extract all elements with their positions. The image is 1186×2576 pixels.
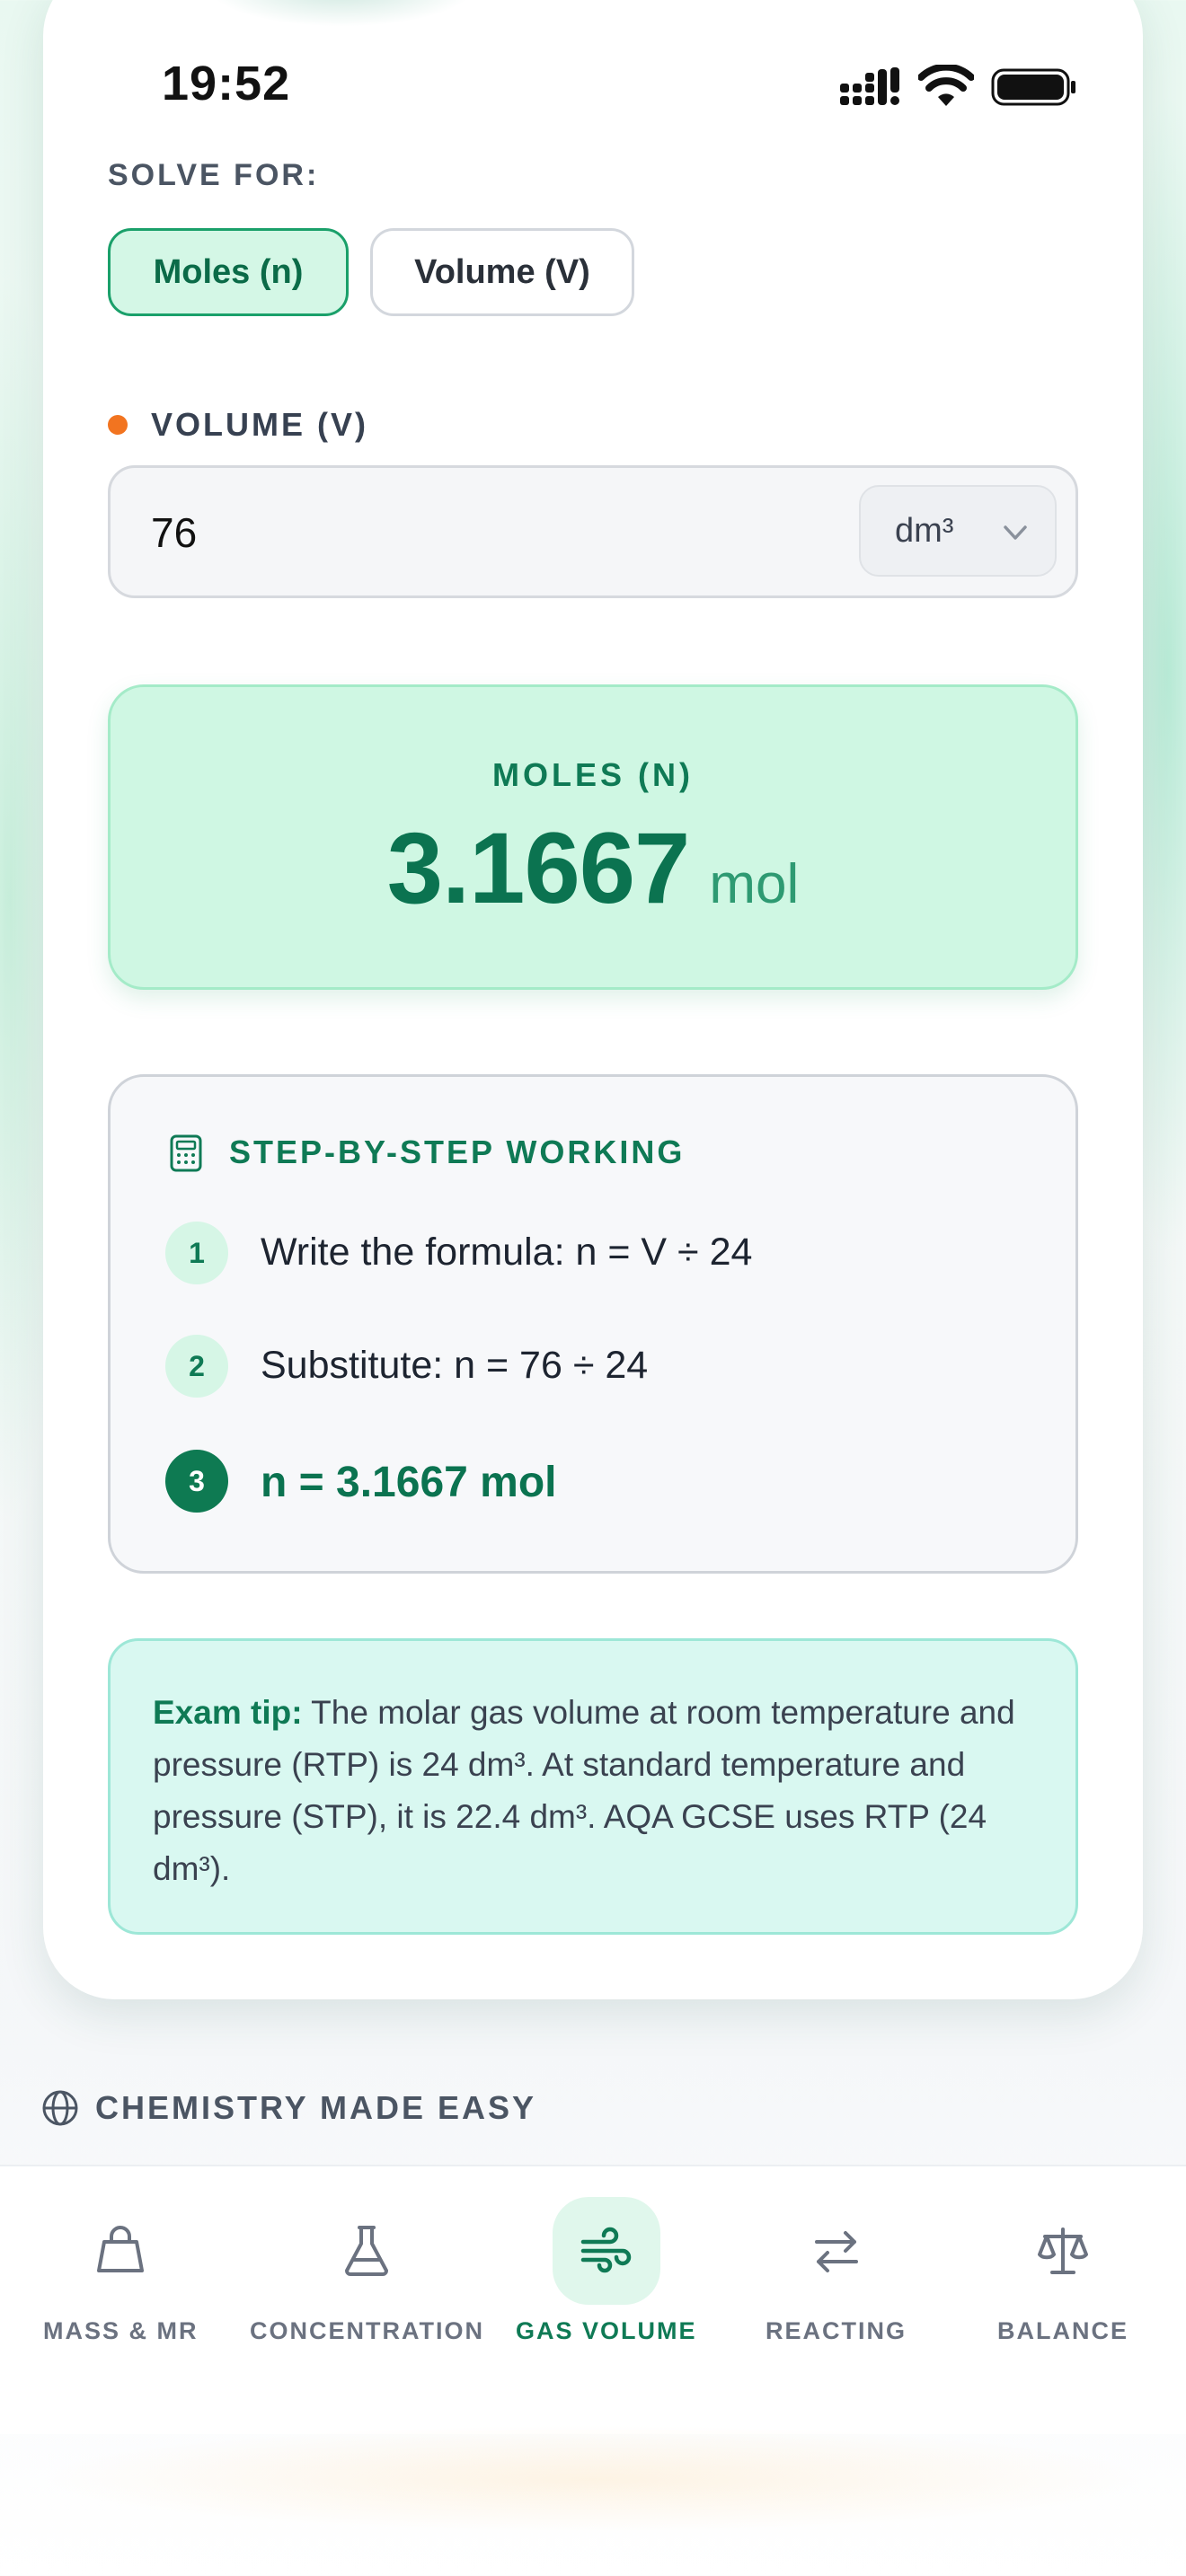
result-row: 3.1667 mol: [108, 810, 1078, 926]
tab-reacting[interactable]: REACTING: [766, 2197, 907, 2345]
tab-mass-mr-icon-wrap: [66, 2197, 174, 2305]
wifi-icon: [918, 65, 974, 106]
solve-moles-button[interactable]: Moles (n): [108, 228, 349, 316]
tab-balance-icon-wrap: [1009, 2197, 1117, 2305]
brand-text: CHEMISTRY MADE EASY: [95, 2089, 537, 2126]
result-value: 3.1667: [386, 812, 691, 924]
required-dot: [108, 415, 128, 435]
step-2-number: 2: [165, 1335, 228, 1398]
tab-gas-volume-label: GAS VOLUME: [516, 2317, 697, 2344]
tab-mass-mr[interactable]: MASS & MR: [43, 2197, 199, 2345]
volume-input-value[interactable]: 76: [151, 508, 197, 557]
tab-gas-volume-icon-wrap: [552, 2197, 660, 2305]
tab-gas-volume[interactable]: GAS VOLUME: [516, 2197, 697, 2345]
scale-icon: [1038, 2228, 1088, 2274]
solve-volume-button[interactable]: Volume (V): [370, 228, 634, 316]
flask-icon: [345, 2226, 389, 2276]
step-3-number: 3: [165, 1450, 228, 1513]
step-2-text: Substitute: n = 76 ÷ 24: [261, 1344, 649, 1387]
bag-icon: [97, 2226, 145, 2272]
status-time: 19:52: [162, 57, 291, 110]
tab-concentration-icon-wrap: [313, 2197, 420, 2305]
calculator-icon: [170, 1134, 202, 1172]
exam-tip-text: Exam tip: The molar gas volume at room t…: [153, 1687, 1033, 1895]
solve-for-label: SOLVE FOR:: [108, 158, 320, 192]
globe-icon: [42, 2090, 78, 2126]
result-label: MOLES (N): [492, 756, 694, 793]
wind-icon: [580, 2227, 631, 2273]
status-bar: 19:52: [0, 0, 1186, 171]
tab-mass-mr-label: MASS & MR: [43, 2317, 199, 2344]
step-1-text: Write the formula: n = V ÷ 24: [261, 1231, 753, 1274]
tab-reacting-icon-wrap: [783, 2197, 890, 2305]
signal-icon: [840, 67, 899, 105]
volume-label: VOLUME (V): [151, 406, 368, 443]
tab-balance-label: BALANCE: [997, 2317, 1128, 2344]
tab-reacting-label: REACTING: [766, 2317, 907, 2344]
tab-balance[interactable]: BALANCE: [997, 2197, 1128, 2345]
footer-brand: CHEMISTRY MADE EASY: [41, 2086, 536, 2130]
step-1-number: 1: [165, 1222, 228, 1284]
step-3-result: n = 3.1667 mol: [261, 1459, 557, 1506]
exam-tip-label: Exam tip:: [153, 1694, 303, 1731]
bottom-glow-decoration: [36, 2425, 1150, 2533]
result-unit: mol: [709, 853, 800, 915]
arrows-swap-icon: [814, 2231, 858, 2272]
steps-title: STEP-BY-STEP WORKING: [229, 1134, 686, 1170]
chevron-down-icon[interactable]: [999, 516, 1031, 549]
battery-icon: [991, 68, 1075, 106]
unit-select-value[interactable]: dm³: [895, 512, 953, 551]
tab-concentration[interactable]: CONCENTRATION: [250, 2197, 484, 2345]
tab-concentration-label: CONCENTRATION: [250, 2317, 484, 2344]
